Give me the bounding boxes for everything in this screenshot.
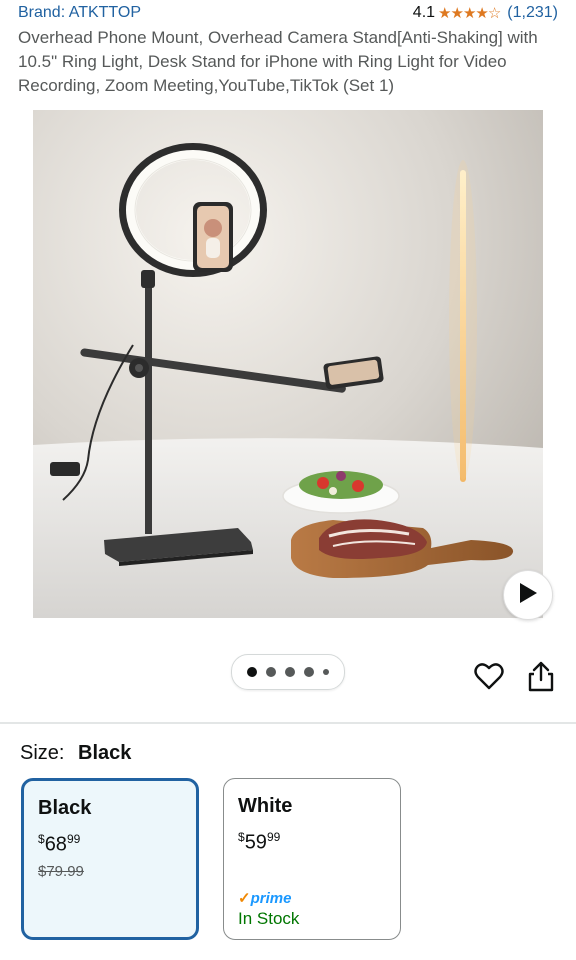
image-pagination-dots[interactable] (231, 654, 345, 690)
stock-status: In Stock (238, 908, 300, 928)
size-option-white[interactable]: White $5999 ✓prime In Stock (223, 778, 401, 940)
option-price: $6899 (38, 832, 182, 857)
play-video-button[interactable] (503, 570, 553, 620)
prime-label: prime (250, 889, 292, 907)
prime-badge: ✓prime (238, 889, 386, 907)
price-whole: 59 (244, 831, 267, 854)
wishlist-button[interactable] (474, 662, 504, 690)
option-name: White (238, 795, 293, 817)
product-image[interactable] (33, 110, 543, 618)
size-selected-value: Black (78, 742, 132, 764)
pagination-dot[interactable] (323, 669, 329, 675)
size-selector-label: Size: Black (20, 742, 131, 765)
option-price: $5999 (238, 830, 386, 855)
product-photo-illustration (33, 110, 543, 618)
size-option-black[interactable]: Black $6899 $79.99 (21, 778, 199, 940)
share-button[interactable] (526, 660, 556, 692)
price-fraction: 99 (66, 832, 81, 846)
price-currency: $ (238, 830, 245, 844)
rating-count[interactable]: (1,231) (507, 4, 558, 22)
option-list-price: $79.99 (38, 862, 84, 880)
prime-check-icon: ✓ (238, 889, 251, 907)
pagination-dot[interactable] (285, 667, 295, 677)
section-divider (0, 722, 576, 724)
price-fraction: 99 (266, 830, 281, 844)
pagination-dot[interactable] (247, 667, 257, 677)
size-label: Size: (20, 742, 65, 764)
rating-value: 4.1 (412, 4, 436, 21)
price-whole: 68 (44, 833, 67, 856)
product-title: Overhead Phone Mount, Overhead Camera St… (18, 28, 538, 95)
rating-summary[interactable]: 4.1 ★★★★☆ (1,231) (413, 4, 558, 22)
share-icon (526, 661, 556, 696)
star-rating-icon: ★★★★☆ (438, 5, 501, 22)
option-name: Black (38, 797, 92, 819)
heart-icon (474, 663, 504, 694)
pagination-dot[interactable] (304, 667, 314, 677)
price-currency: $ (38, 832, 45, 846)
header-row: Brand: ATKTTOP 4.1 ★★★★☆ (1,231) (18, 2, 558, 24)
play-icon (518, 582, 538, 609)
pagination-dot[interactable] (266, 667, 276, 677)
brand-link[interactable]: Brand: ATKTTOP (18, 4, 141, 22)
